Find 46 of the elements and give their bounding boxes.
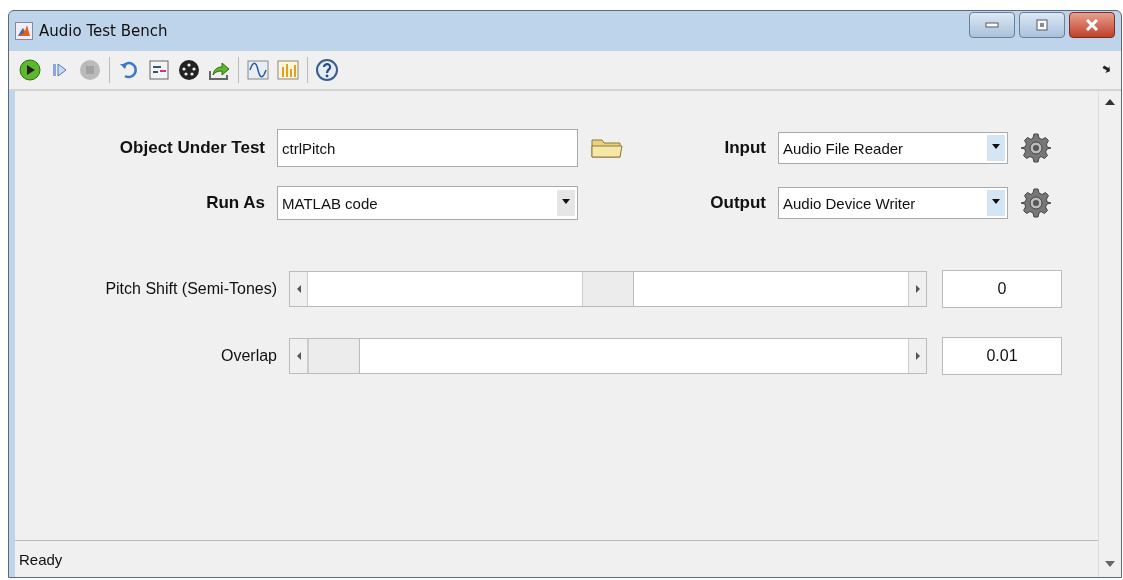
help-icon[interactable]: [315, 58, 339, 82]
left-arrow-icon: [296, 352, 301, 360]
field-label: Input: [723, 138, 766, 158]
minimize-button[interactable]: [969, 12, 1015, 38]
right-arrow-icon: [915, 285, 920, 293]
slider-value-field[interactable]: 0: [942, 270, 1062, 308]
output-dropdown[interactable]: Audio Device Writer: [778, 187, 1008, 219]
settings-icon[interactable]: [1020, 132, 1052, 164]
scroll-left-button[interactable]: [290, 339, 308, 373]
status-text: Ready: [19, 550, 63, 568]
maximize-icon: [1036, 19, 1048, 31]
wave-icon[interactable]: [246, 58, 270, 82]
maximize-button[interactable]: [1019, 12, 1065, 38]
scroll-right-button[interactable]: [908, 272, 926, 306]
scroll-down-icon[interactable]: [1105, 561, 1115, 567]
app-logo-icon: [15, 22, 33, 40]
play-icon[interactable]: [18, 58, 42, 82]
input-dropdown[interactable]: Audio File Reader: [778, 132, 1008, 164]
caret-icon: [987, 135, 1005, 161]
window-title: Audio Test Bench: [39, 22, 168, 40]
settings-panel-icon[interactable]: [147, 58, 171, 82]
close-button[interactable]: [1069, 12, 1115, 38]
slider-value-field[interactable]: 0.01: [942, 337, 1062, 375]
scroll-up-icon[interactable]: [1105, 99, 1115, 105]
bar-chart-icon[interactable]: [276, 58, 300, 82]
right-arrow-icon: [915, 352, 920, 360]
object-under-test-field[interactable]: ctrlPitch: [277, 129, 578, 167]
caret-icon: [557, 190, 575, 216]
field-label: Run As: [205, 193, 265, 213]
connector-icon[interactable]: [177, 58, 201, 82]
left-arrow-icon: [296, 285, 301, 293]
folder-icon[interactable]: [590, 136, 624, 160]
run-as-dropdown[interactable]: MATLAB code: [277, 186, 578, 220]
minimize-icon: [985, 22, 999, 28]
slider-label: Overlap: [219, 347, 277, 365]
scroll-right-button[interactable]: [908, 339, 926, 373]
caret-icon: [987, 190, 1005, 216]
settings-icon[interactable]: [1020, 187, 1052, 219]
dock-arrow-icon[interactable]: [1101, 65, 1111, 75]
slider-thumb[interactable]: [308, 339, 360, 373]
scroll-left-button[interactable]: [290, 272, 308, 306]
slider-thumb[interactable]: [582, 272, 634, 306]
close-icon: [1084, 19, 1100, 31]
field-label: Object Under Test: [118, 138, 265, 158]
field-label: Output: [709, 193, 766, 213]
slider-label: Pitch Shift (Semi-Tones): [104, 280, 277, 298]
